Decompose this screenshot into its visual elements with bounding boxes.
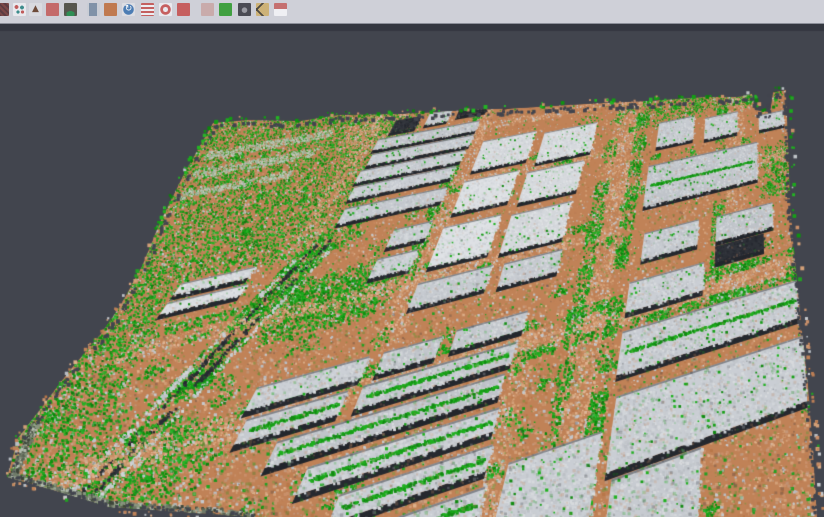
toolbar: ▲↻: [0, 0, 824, 24]
terrain-mesh-icon[interactable]: [64, 3, 77, 16]
tie-points-icon[interactable]: [13, 3, 26, 16]
application-window: ▲↻: [0, 0, 824, 517]
orthomosaic-icon[interactable]: [104, 3, 117, 16]
camera-icon[interactable]: [238, 3, 251, 16]
dem-icon[interactable]: ▲: [29, 3, 42, 16]
crop-region-icon[interactable]: [177, 3, 190, 16]
gcp-icon[interactable]: [256, 3, 269, 16]
flag-icon[interactable]: [274, 3, 287, 16]
profile-icon[interactable]: [87, 3, 100, 16]
texture-icon[interactable]: [0, 3, 9, 16]
reprocess-icon[interactable]: ↻: [122, 3, 135, 16]
report-icon[interactable]: [141, 3, 154, 16]
grid-icon[interactable]: [201, 3, 214, 16]
markers-icon[interactable]: [46, 3, 59, 16]
region-icon[interactable]: [159, 3, 172, 16]
point-cloud-viewport[interactable]: [0, 0, 824, 517]
classification-icon[interactable]: [219, 3, 232, 16]
